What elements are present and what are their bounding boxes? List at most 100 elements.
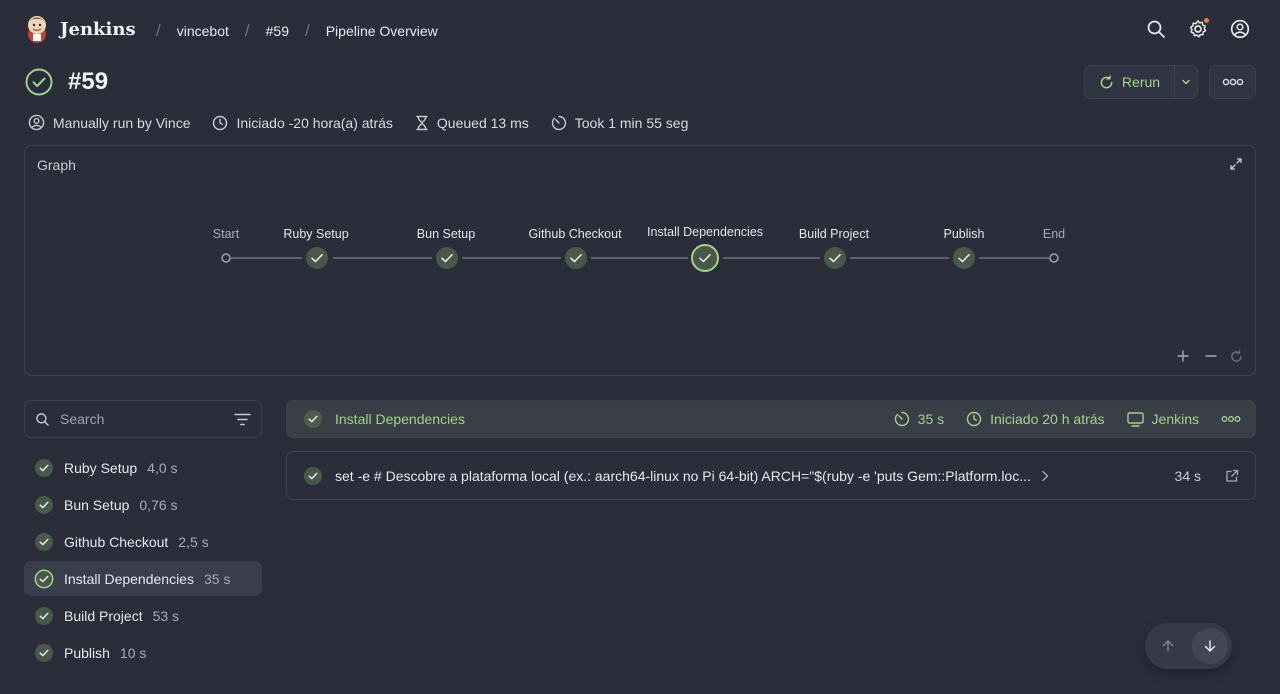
graph-node-github-checkout xyxy=(565,247,587,269)
chevron-right-icon[interactable] xyxy=(1041,470,1049,482)
jenkins-logo-icon xyxy=(24,14,50,44)
step-duration: 34 s xyxy=(1174,467,1201,484)
stage-detail-started-text: Iniciado 20 h atrás xyxy=(990,411,1105,427)
page-title: #59 xyxy=(68,68,109,95)
chevron-down-icon xyxy=(1181,77,1191,87)
step-row[interactable]: set -e # Descobre a plataforma local (ex… xyxy=(286,451,1256,500)
rerun-dropdown-button[interactable] xyxy=(1175,65,1198,99)
rerun-button-group: Rerun xyxy=(1084,65,1198,99)
meta-started: Iniciado -20 hora(a) atrás xyxy=(212,114,393,131)
external-link-icon[interactable] xyxy=(1225,469,1239,483)
meta-took-text: Took 1 min 55 seg xyxy=(574,114,689,131)
search-icon[interactable] xyxy=(1146,19,1166,39)
success-icon xyxy=(34,495,54,515)
scroll-up-button[interactable] xyxy=(1150,628,1186,664)
stage-detail-duration: 35 s xyxy=(894,411,944,427)
success-icon xyxy=(303,409,323,429)
breadcrumb-separator: / xyxy=(304,21,310,40)
meta-queued: Queued 13 ms xyxy=(415,115,529,131)
graph-node-publish xyxy=(953,247,975,269)
breadcrumb-item-run[interactable]: #59 xyxy=(266,23,289,39)
graph-end-node xyxy=(1049,253,1059,263)
stage-name: Install Dependencies xyxy=(64,570,194,587)
user-circle-icon xyxy=(28,114,45,131)
success-status-icon xyxy=(24,67,54,97)
breadcrumb: / vincebot / #59 / Pipeline Overview xyxy=(140,21,438,41)
zoom-out-icon[interactable] xyxy=(1205,350,1217,362)
stage-detail-header: Install Dependencies 35 s Iniciado 20 h … xyxy=(286,400,1256,438)
success-icon xyxy=(34,458,54,478)
top-bar: Jenkins / vincebot / #59 / Pipeline Over… xyxy=(0,0,1280,62)
graph-edges xyxy=(221,244,1059,272)
stage-name: Publish xyxy=(64,644,110,661)
stage-item-install-dependencies[interactable]: Install Dependencies 35 s xyxy=(24,561,262,596)
success-icon xyxy=(34,643,54,663)
run-meta: Manually run by Vince Iniciado -20 hora(… xyxy=(28,114,710,131)
more-horizontal-icon xyxy=(1222,78,1244,86)
meta-trigger-text: Manually run by Vince xyxy=(53,114,191,131)
scroll-controls xyxy=(1145,623,1232,669)
scroll-down-button[interactable] xyxy=(1191,628,1228,664)
stage-duration: 4,0 s xyxy=(147,459,178,476)
meta-started-text: Iniciado -20 hora(a) atrás xyxy=(236,114,393,131)
graph-start-node xyxy=(221,253,231,263)
stage-item-build-project[interactable]: Build Project 53 s xyxy=(24,598,262,633)
stage-name: Github Checkout xyxy=(64,533,169,550)
account-icon[interactable] xyxy=(1230,19,1250,39)
stage-name: Bun Setup xyxy=(64,496,130,513)
stage-name: Ruby Setup xyxy=(64,459,138,476)
stage-duration: 53 s xyxy=(152,607,180,624)
stage-name: Build Project xyxy=(64,607,143,624)
stage-detail-agent[interactable]: Jenkins xyxy=(1126,411,1199,427)
search-icon xyxy=(35,412,50,427)
computer-icon xyxy=(1126,411,1144,427)
success-icon xyxy=(34,606,54,626)
more-horizontal-icon[interactable] xyxy=(1221,415,1241,423)
timer-icon xyxy=(551,115,567,131)
rerun-button[interactable]: Rerun xyxy=(1084,65,1175,99)
search-placeholder: Search xyxy=(60,411,105,427)
stage-item-bun-setup[interactable]: Bun Setup 0,76 s xyxy=(24,487,262,522)
reset-zoom-icon[interactable] xyxy=(1230,350,1243,363)
zoom-in-icon[interactable] xyxy=(1177,350,1189,362)
breadcrumb-item-page[interactable]: Pipeline Overview xyxy=(326,23,438,39)
arrow-down-icon xyxy=(1203,639,1217,653)
stage-duration: 2,5 s xyxy=(178,533,209,550)
stage-item-github-checkout[interactable]: Github Checkout 2,5 s xyxy=(24,524,262,559)
stage-duration: 0,76 s xyxy=(139,496,178,513)
arrow-up-icon xyxy=(1161,639,1175,653)
hourglass-icon xyxy=(415,115,429,131)
stage-item-publish[interactable]: Publish 10 s xyxy=(24,635,262,670)
filter-icon[interactable] xyxy=(234,413,251,426)
stage-detail-title: Install Dependencies xyxy=(335,411,465,427)
stage-search-input[interactable]: Search xyxy=(24,400,262,438)
graph-node-bun-setup xyxy=(436,247,458,269)
clock-icon xyxy=(966,411,982,427)
timer-icon xyxy=(894,411,910,427)
success-icon xyxy=(303,466,323,486)
breadcrumb-item-job[interactable]: vincebot xyxy=(177,23,229,39)
more-actions-button[interactable] xyxy=(1209,65,1256,99)
success-icon xyxy=(34,569,54,589)
stage-duration: 10 s xyxy=(119,644,147,661)
header-actions xyxy=(1146,18,1250,39)
stage-detail-started: Iniciado 20 h atrás xyxy=(966,411,1105,427)
stage-item-ruby-setup[interactable]: Ruby Setup 4,0 s xyxy=(24,450,262,485)
graph-node-ruby-setup xyxy=(306,247,328,269)
brand[interactable]: Jenkins xyxy=(24,14,136,44)
stage-detail-duration-text: 35 s xyxy=(917,411,945,427)
settings-icon[interactable] xyxy=(1188,18,1209,39)
step-command: set -e # Descobre a plataforma local (ex… xyxy=(335,467,1031,484)
notification-dot xyxy=(1204,18,1209,23)
meta-took: Took 1 min 55 seg xyxy=(551,114,689,131)
stage-detail-agent-text: Jenkins xyxy=(1151,411,1199,427)
run-title-row: #59 xyxy=(24,67,108,97)
rerun-label: Rerun xyxy=(1121,74,1161,90)
stage-list: Ruby Setup 4,0 s Bun Setup 0,76 s Github… xyxy=(24,450,262,672)
breadcrumb-separator: / xyxy=(156,21,161,40)
pipeline-graph: Graph Start Ruby Setup Bun Setup Github … xyxy=(24,145,1256,376)
success-icon xyxy=(34,532,54,552)
meta-queued-text: Queued 13 ms xyxy=(436,114,529,131)
app-name: Jenkins xyxy=(60,18,136,40)
breadcrumb-separator: / xyxy=(244,21,250,40)
